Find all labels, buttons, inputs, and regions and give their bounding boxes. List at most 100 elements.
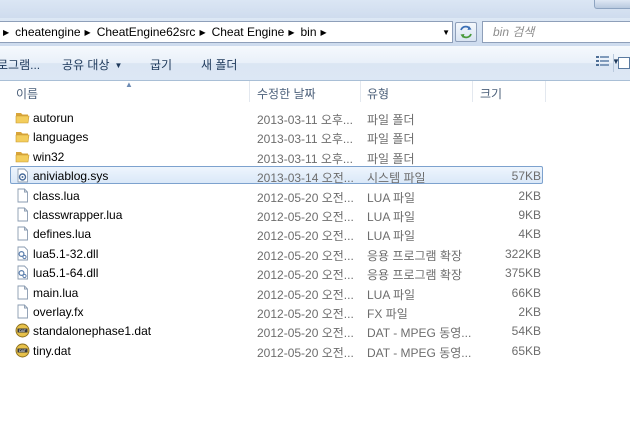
file-row[interactable]: overlay.fx 2012-05-20 오전... FX 파일 2KB: [0, 302, 630, 321]
file-date: 2012-05-20 오전...: [257, 248, 354, 263]
breadcrumb-chevron-icon[interactable]: ▶: [317, 28, 333, 37]
breadcrumb-chevron-icon[interactable]: ▶: [81, 28, 97, 37]
dat-file-icon: DAT: [15, 323, 30, 338]
file-name: languages: [33, 130, 89, 145]
breadcrumb-item[interactable]: cheatengine: [15, 22, 80, 42]
file-row[interactable]: autorun 2013-03-11 오후... 파일 폴더: [0, 108, 630, 127]
file-row[interactable]: defines.lua 2012-05-20 오전... LUA 파일 4KB: [0, 224, 630, 243]
window-top-strip: [0, 0, 630, 18]
breadcrumb-item[interactable]: CheatEngine62src: [97, 22, 196, 42]
column-header-type[interactable]: 유형: [367, 85, 389, 102]
file-name: autorun: [33, 111, 74, 125]
breadcrumb-item[interactable]: bin: [300, 22, 316, 42]
file-row[interactable]: classwrapper.lua 2012-05-20 오전... LUA 파일 9K…: [0, 205, 630, 224]
file-type: 파일 폴더: [367, 113, 415, 127]
view-details-icon: [596, 56, 609, 66]
address-bar: ▶ cheatengine ▶ CheatEngine62src ▶ Cheat…: [0, 18, 630, 46]
file-size: 57KB: [511, 169, 541, 184]
file-row[interactable]: languages 2013-03-11 오후... 파일 폴더: [0, 127, 630, 146]
toolbar-divider: [613, 54, 614, 72]
file-row[interactable]: lua5.1-64.dll 2012-05-20 오전... 응용 프로그램 확장 3…: [0, 263, 630, 282]
search-input[interactable]: bin 검색: [482, 21, 630, 43]
folder-icon: [15, 129, 30, 144]
file-name: defines.lua: [33, 227, 92, 242]
file-name: main.lua: [33, 285, 79, 300]
file-type: LUA 파일: [367, 229, 416, 244]
refresh-icon: [460, 25, 472, 39]
file-name: lua5.1-32.dll: [33, 246, 99, 261]
file-type: 시스템 파일: [367, 171, 426, 186]
file-row[interactable]: lua5.1-32.dll 2012-05-20 오전... 응용 프로그램 확장 3…: [0, 244, 630, 263]
file-size: 65KB: [511, 343, 541, 358]
command-bar: 로그램... 공유 대상 ▼ 굽기 새 폴더 ▼: [0, 46, 630, 81]
preview-pane-button[interactable]: [618, 57, 630, 69]
file-row[interactable]: main.lua 2012-05-20 오전... LUA 파일 66KB: [0, 283, 630, 302]
column-divider[interactable]: [360, 81, 361, 102]
column-divider[interactable]: [249, 81, 250, 102]
file-name: lua5.1-64.dll: [33, 266, 99, 281]
file-date: 2012-05-20 오전...: [257, 210, 354, 224]
address-field[interactable]: ▶ cheatengine ▶ CheatEngine62src ▶ Cheat…: [0, 21, 453, 43]
file-row[interactable]: DAT standalonephase1.dat 2012-05-20 오전...…: [0, 321, 630, 340]
breadcrumb-label: cheatengine: [15, 25, 81, 39]
file-type: LUA 파일: [367, 210, 416, 224]
column-divider[interactable]: [472, 81, 473, 102]
change-view-button[interactable]: ▼: [596, 56, 620, 67]
column-header-name[interactable]: 이름: [16, 85, 38, 102]
file-icon: [15, 304, 30, 319]
file-size: 2KB: [518, 188, 541, 203]
file-date: 2012-05-20 오전...: [257, 307, 354, 321]
dll-file-icon: [15, 246, 30, 261]
breadcrumb-root-chevron-icon[interactable]: ▶: [0, 28, 15, 37]
column-divider[interactable]: [545, 81, 546, 102]
column-header-size[interactable]: 크기: [480, 85, 502, 102]
address-history-dropdown-icon[interactable]: ▼: [442, 28, 450, 37]
file-type: FX 파일: [367, 307, 408, 321]
file-row[interactable]: win32 2013-03-11 오후... 파일 폴더: [0, 147, 630, 166]
file-size: 66KB: [511, 285, 541, 300]
column-header-date[interactable]: 수정한 날짜: [257, 85, 316, 102]
new-folder-button[interactable]: 새 폴더: [201, 56, 237, 73]
system-file-icon: [15, 168, 30, 183]
minimize-button[interactable]: [594, 0, 630, 9]
file-name: classwrapper.lua: [33, 208, 123, 222]
sort-ascending-icon: ▲: [125, 80, 133, 89]
file-name: overlay.fx: [33, 305, 84, 319]
file-size: 375KB: [504, 266, 541, 281]
share-with-button[interactable]: 공유 대상 ▼: [62, 56, 122, 73]
burn-button[interactable]: 굽기: [150, 56, 172, 73]
file-row[interactable]: aniviablog.sys 2013-03-14 오전... 시스템 파일 57KB: [0, 166, 630, 185]
breadcrumb-chevron-icon[interactable]: ▶: [195, 28, 211, 37]
refresh-button[interactable]: [455, 22, 477, 42]
file-size: 54KB: [511, 324, 541, 339]
file-size: 9KB: [518, 208, 541, 222]
dat-file-icon: DAT: [15, 343, 30, 358]
file-type: LUA 파일: [367, 287, 416, 302]
file-row[interactable]: DAT tiny.dat 2012-05-20 오전... DAT - MPEG 동…: [0, 341, 630, 360]
file-date: 2013-03-14 오전...: [257, 171, 354, 186]
file-name: class.lua: [33, 188, 80, 203]
file-name: standalonephase1.dat: [33, 324, 152, 339]
file-date: 2013-03-11 오후...: [257, 113, 353, 127]
folder-icon: [15, 149, 30, 164]
file-type: DAT - MPEG 동영...: [367, 345, 472, 360]
file-date: 2013-03-11 오후...: [257, 151, 353, 166]
file-type: 파일 폴더: [367, 151, 415, 166]
file-type: 응용 프로그램 확장: [367, 268, 462, 283]
open-with-button[interactable]: 로그램...: [0, 56, 40, 73]
file-type: LUA 파일: [367, 190, 416, 205]
folder-icon: [15, 110, 30, 125]
file-size: 322KB: [504, 246, 541, 261]
file-name: tiny.dat: [33, 343, 71, 358]
breadcrumb-label: Cheat Engine: [211, 25, 285, 39]
breadcrumb-item[interactable]: Cheat Engine: [212, 22, 285, 42]
file-date: 2012-05-20 오전...: [257, 345, 354, 360]
column-header-row: ▲ 이름 수정한 날짜 유형 크기: [0, 80, 630, 102]
file-date: 2012-05-20 오전...: [257, 190, 354, 205]
breadcrumb-chevron-icon[interactable]: ▶: [284, 28, 300, 37]
file-type: DAT - MPEG 동영...: [367, 326, 472, 341]
file-row[interactable]: class.lua 2012-05-20 오전... LUA 파일 2KB: [0, 186, 630, 205]
file-date: 2012-05-20 오전...: [257, 229, 354, 244]
share-with-label: 공유 대상: [62, 58, 110, 72]
file-icon: [15, 188, 30, 203]
